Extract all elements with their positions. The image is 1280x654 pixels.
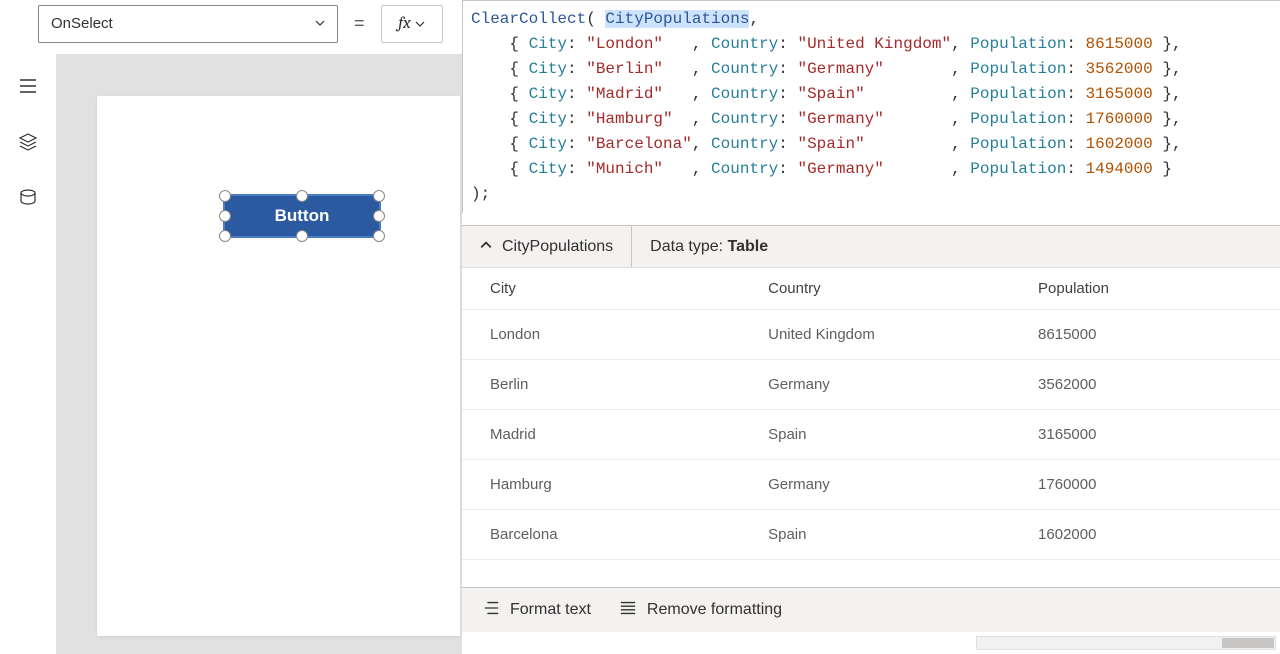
- remove-formatting-button[interactable]: Remove formatting: [619, 599, 782, 622]
- layers-icon[interactable]: [18, 132, 38, 152]
- canvas-screen[interactable]: Button: [97, 96, 460, 636]
- table-cell: 1602000: [1010, 510, 1280, 560]
- table-cell: Madrid: [462, 410, 740, 460]
- collection-header[interactable]: CityPopulations: [480, 226, 632, 267]
- table-cell: Spain: [740, 510, 1010, 560]
- table-header-row: CityCountryPopulation: [462, 268, 1280, 310]
- chevron-down-icon: [415, 16, 425, 32]
- resize-handle-tl[interactable]: [219, 190, 231, 202]
- formula-toolbar: Format text Remove formatting: [462, 587, 1280, 632]
- equals-label: =: [348, 13, 371, 34]
- results-panel: CityPopulations Data type: Table CityCou…: [462, 225, 1280, 624]
- table-row[interactable]: MadridSpain3165000: [462, 410, 1280, 460]
- table-cell: Germany: [740, 460, 1010, 510]
- table-row[interactable]: BerlinGermany3562000: [462, 360, 1280, 410]
- table-cell: Germany: [740, 360, 1010, 410]
- format-text-button[interactable]: Format text: [482, 599, 591, 622]
- canvas-area: Button: [56, 54, 462, 654]
- canvas-button-control[interactable]: Button: [223, 194, 381, 238]
- table-cell: United Kingdom: [740, 310, 1010, 360]
- resize-handle-tm[interactable]: [296, 190, 308, 202]
- table-cell: 3165000: [1010, 410, 1280, 460]
- table-row[interactable]: BarcelonaSpain1602000: [462, 510, 1280, 560]
- table-cell: London: [462, 310, 740, 360]
- results-table[interactable]: CityCountryPopulation LondonUnited Kingd…: [462, 268, 1280, 624]
- hamburger-icon[interactable]: [18, 76, 38, 96]
- table-cell: 3562000: [1010, 360, 1280, 410]
- resize-handle-ml[interactable]: [219, 210, 231, 222]
- scrollbar-thumb[interactable]: [1222, 638, 1274, 648]
- resize-handle-bl[interactable]: [219, 230, 231, 242]
- table-cell: 8615000: [1010, 310, 1280, 360]
- chevron-down-icon: [315, 15, 325, 32]
- collection-name: CityPopulations: [502, 238, 613, 256]
- resize-handle-mr[interactable]: [373, 210, 385, 222]
- resize-handle-bm[interactable]: [296, 230, 308, 242]
- side-rail: [0, 54, 56, 654]
- table-row[interactable]: HamburgGermany1760000: [462, 460, 1280, 510]
- column-header[interactable]: Population: [1010, 268, 1280, 310]
- fx-button[interactable]: fx: [381, 5, 443, 43]
- format-text-label: Format text: [510, 601, 591, 619]
- column-header[interactable]: Country: [740, 268, 1010, 310]
- data-type-label: Data type: Table: [632, 238, 768, 256]
- table-row[interactable]: LondonUnited Kingdom8615000: [462, 310, 1280, 360]
- table-cell: Hamburg: [462, 460, 740, 510]
- table-cell: 1760000: [1010, 460, 1280, 510]
- results-header: CityPopulations Data type: Table: [462, 226, 1280, 268]
- horizontal-scrollbar[interactable]: [976, 636, 1276, 650]
- table-cell: Barcelona: [462, 510, 740, 560]
- property-dropdown-value: OnSelect: [51, 15, 113, 32]
- table-cell: Spain: [740, 410, 1010, 460]
- remove-formatting-label: Remove formatting: [647, 601, 782, 619]
- property-dropdown[interactable]: OnSelect: [38, 5, 338, 43]
- format-text-icon: [482, 599, 500, 622]
- resize-handle-tr[interactable]: [373, 190, 385, 202]
- table-cell: Berlin: [462, 360, 740, 410]
- fx-icon: fx: [398, 14, 410, 33]
- chevron-up-icon: [480, 238, 492, 256]
- data-icon[interactable]: [18, 188, 38, 208]
- resize-handle-br[interactable]: [373, 230, 385, 242]
- canvas-button-label: Button: [275, 206, 330, 226]
- remove-formatting-icon: [619, 599, 637, 622]
- column-header[interactable]: City: [462, 268, 740, 310]
